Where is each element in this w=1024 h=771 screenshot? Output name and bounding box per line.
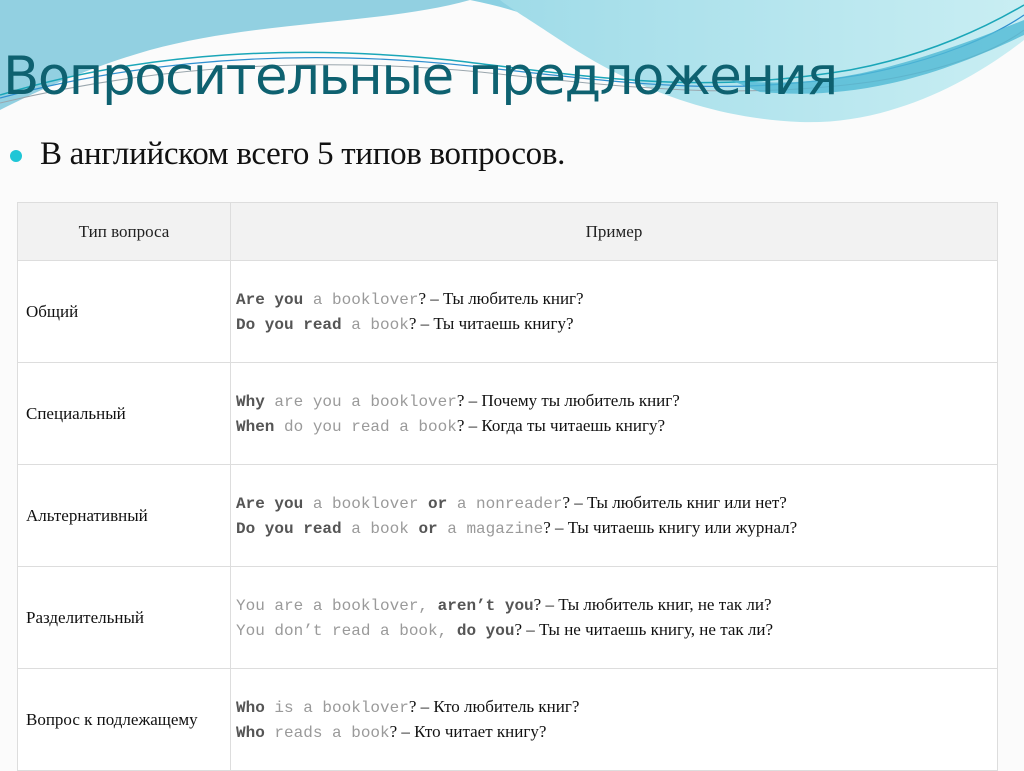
example-line: Who is a booklover? – Кто любитель книг? — [236, 695, 997, 720]
question-keyword: Are you — [236, 290, 304, 309]
translation-text: ? – Когда ты читаешь книгу? — [456, 415, 665, 435]
question-text: a booklover — [303, 494, 429, 513]
table-header-row: Тип вопроса Пример — [17, 202, 998, 261]
slide-title: Вопросительные предложения — [3, 46, 838, 107]
translation-text: ? – Кто читает книгу? — [389, 721, 547, 741]
bullet-item: В английском всего 5 типов вопросов. — [10, 136, 565, 173]
example-cell: Why are you a booklover? – Почему ты люб… — [230, 362, 998, 465]
question-types-table: Тип вопроса Пример Общий Are you a bookl… — [17, 202, 998, 771]
bullet-text: В английском всего 5 типов вопросов. — [40, 136, 566, 172]
example-line: You are a booklover, aren’t you? – Ты лю… — [236, 593, 997, 618]
table-row: Общий Are you a booklover? – Ты любитель… — [17, 260, 998, 363]
example-line: Who reads a book? – Кто читает книгу? — [236, 720, 997, 745]
question-keyword: Who — [236, 698, 265, 717]
translation-text: ? – Ты любитель книг? — [418, 288, 584, 308]
example-cell: You are a booklover, aren’t you? – Ты лю… — [230, 566, 998, 669]
translation-text: ? – Ты любитель книг или нет? — [562, 492, 787, 512]
translation-text: ? – Ты любитель книг, не так ли? — [533, 594, 772, 614]
translation-text: ? – Ты не читаешь книгу, не так ли? — [514, 619, 774, 639]
example-cell: Are you a booklover? – Ты любитель книг?… — [230, 260, 998, 363]
question-keyword: Are you — [236, 494, 304, 513]
translation-text: ? – Почему ты любитель книг? — [456, 390, 680, 410]
example-line: When do you read a book? – Когда ты чита… — [236, 414, 997, 439]
question-type-cell: Вопрос к подлежащему — [17, 668, 231, 771]
table-row: Специальный Why are you a booklover? – П… — [17, 362, 998, 465]
translation-text: ? – Ты читаешь книгу или журнал? — [543, 517, 798, 537]
question-keyword: Why — [236, 392, 265, 411]
question-type-cell: Общий — [17, 260, 231, 363]
question-keyword: When — [236, 417, 275, 436]
question-text: You are a booklover, — [236, 596, 438, 615]
bullet-dot-icon — [10, 149, 22, 162]
header-example: Пример — [230, 202, 998, 261]
question-keyword: aren’t you — [437, 596, 534, 615]
question-keyword: Do you read — [236, 315, 342, 334]
example-cell: Who is a booklover? – Кто любитель книг?… — [230, 668, 998, 771]
question-text: a nonreader — [447, 494, 563, 513]
question-keyword: or — [418, 519, 438, 538]
example-line: Do you read a book? – Ты читаешь книгу? — [236, 312, 997, 337]
table-row: Альтернативный Are you a booklover or a … — [17, 464, 998, 567]
question-text: reads a book — [264, 723, 390, 742]
question-text: do you read a book — [274, 417, 457, 436]
question-text: a book — [341, 315, 409, 334]
question-text: a magazine — [437, 519, 544, 538]
question-keyword: Who — [236, 723, 265, 742]
example-line: Why are you a booklover? – Почему ты люб… — [236, 389, 997, 414]
question-text: are you a booklover — [264, 392, 457, 411]
example-line: You don’t read a book, do you? – Ты не ч… — [236, 618, 997, 643]
question-type-cell: Разделительный — [17, 566, 231, 669]
table-row: Разделительный You are a booklover, aren… — [17, 566, 998, 669]
example-cell: Are you a booklover or a nonreader? – Ты… — [230, 464, 998, 567]
question-type-cell: Специальный — [17, 362, 231, 465]
question-text: You don’t read a book, — [236, 621, 457, 640]
question-text: a booklover — [303, 290, 419, 309]
example-line: Are you a booklover? – Ты любитель книг? — [236, 287, 997, 312]
table-row: Вопрос к подлежащему Who is a booklover?… — [17, 668, 998, 771]
question-keyword: or — [428, 494, 448, 513]
question-type-cell: Альтернативный — [17, 464, 231, 567]
translation-text: ? – Кто любитель книг? — [408, 696, 580, 716]
question-text: a book — [341, 519, 419, 538]
question-keyword: do you — [456, 621, 515, 640]
question-keyword: Do you read — [236, 519, 342, 538]
translation-text: ? – Ты читаешь книгу? — [408, 313, 574, 333]
example-line: Are you a booklover or a nonreader? – Ты… — [236, 491, 997, 516]
example-line: Do you read a book or a magazine? – Ты ч… — [236, 516, 997, 541]
question-text: is a booklover — [264, 698, 409, 717]
header-question-type: Тип вопроса — [17, 202, 231, 261]
